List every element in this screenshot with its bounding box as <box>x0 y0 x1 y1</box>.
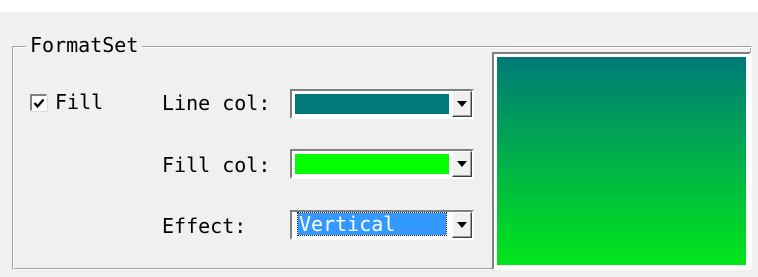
line-color-label: Line col: <box>162 91 271 115</box>
checkmark-icon <box>33 98 45 108</box>
window-top-strip <box>0 0 758 12</box>
chevron-down-icon <box>457 222 467 228</box>
effect-combobox[interactable]: Vertical <box>290 210 474 240</box>
fill-color-label: Fill col: <box>162 153 271 177</box>
line-color-value <box>293 92 451 116</box>
chevron-down-icon <box>457 101 467 107</box>
line-color-dropdown-button[interactable] <box>452 91 472 117</box>
gradient-preview-fill <box>497 57 746 265</box>
groupbox-title: FormatSet <box>26 31 143 59</box>
fill-color-swatch <box>295 154 449 174</box>
effect-dropdown-button[interactable] <box>452 212 472 238</box>
fill-color-combobox[interactable] <box>290 149 474 179</box>
fill-checkbox-label: Fill <box>55 90 104 114</box>
fill-checkbox[interactable] <box>30 93 47 111</box>
chevron-down-icon <box>457 161 467 167</box>
fill-checkbox-control[interactable]: Fill <box>30 90 103 114</box>
effect-label: Effect: <box>162 214 247 238</box>
effect-selected-value: Vertical <box>297 212 447 236</box>
fill-color-dropdown-button[interactable] <box>452 151 472 177</box>
line-color-swatch <box>295 94 449 114</box>
line-color-combobox[interactable] <box>290 89 474 119</box>
fill-color-value <box>293 152 451 176</box>
gradient-preview <box>492 52 751 270</box>
